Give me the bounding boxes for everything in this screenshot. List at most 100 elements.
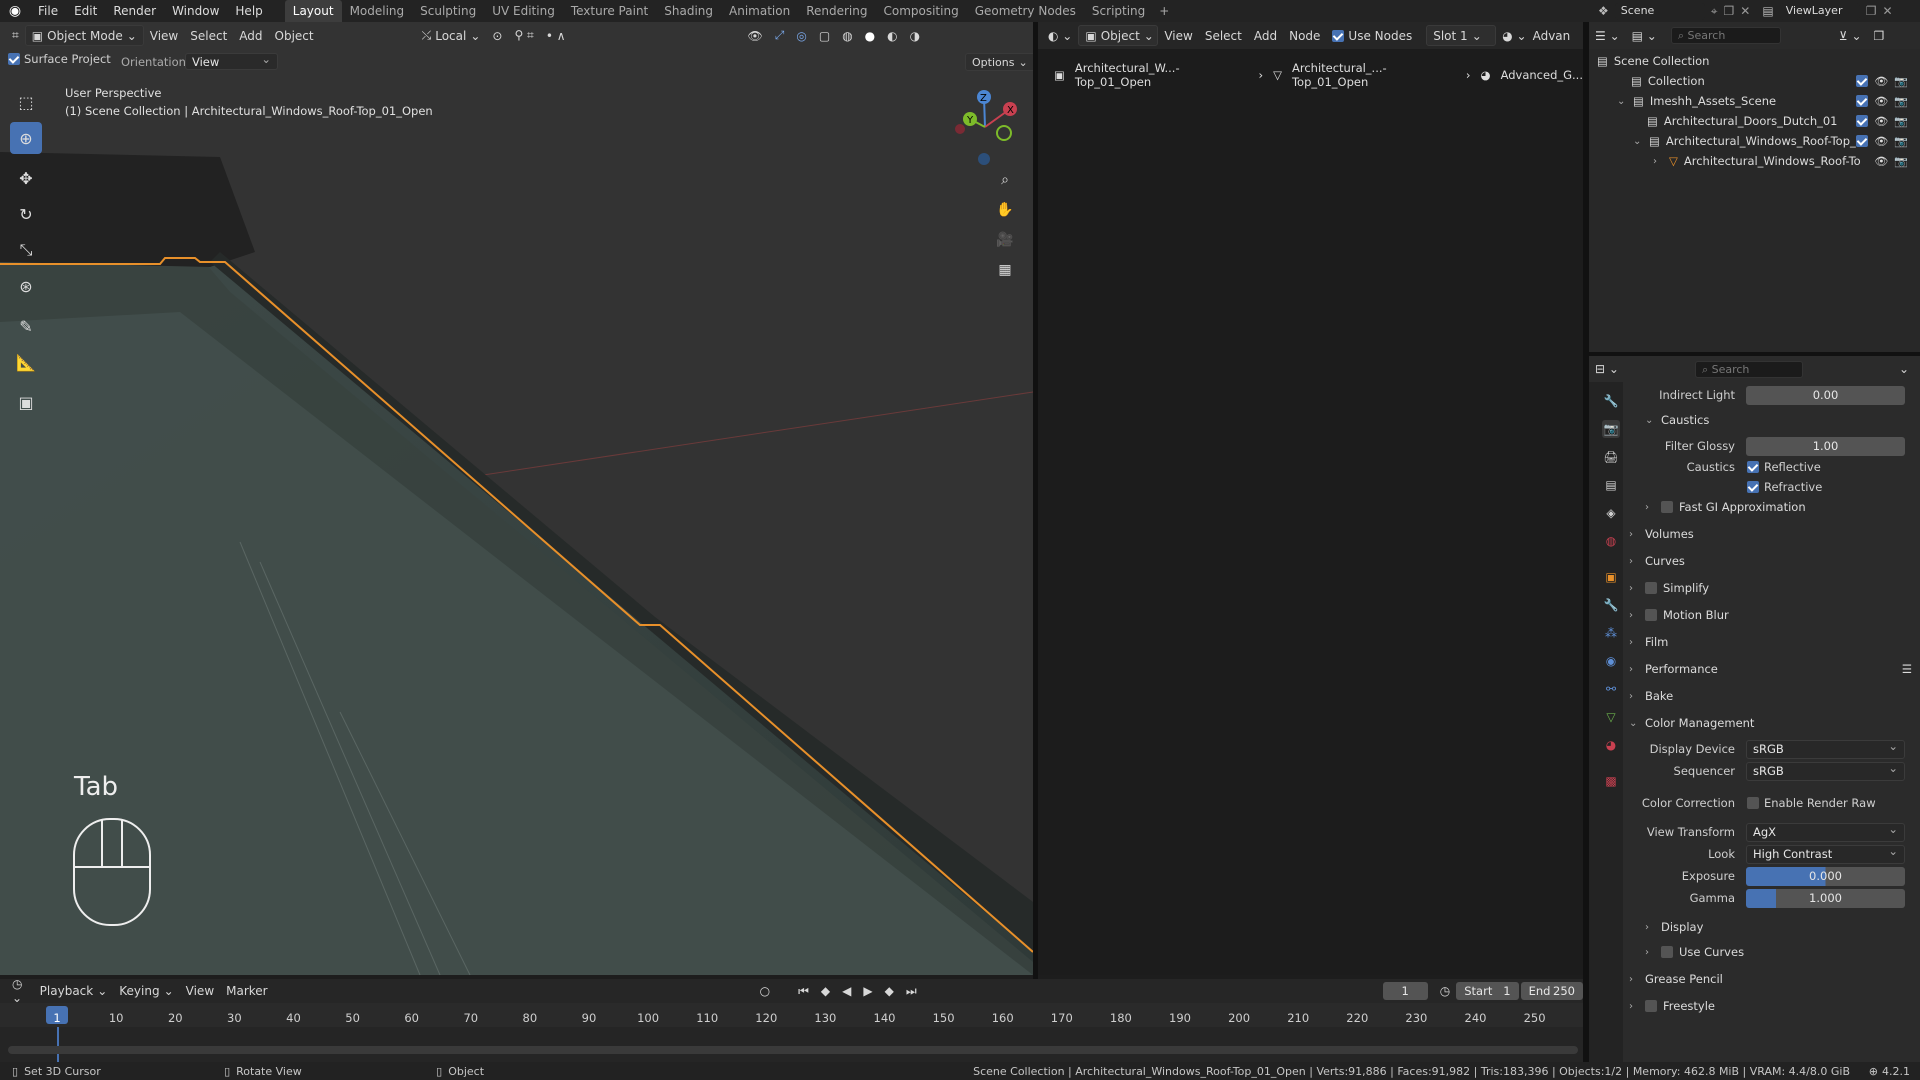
- constraints-tab-icon[interactable]: ⚯: [1602, 680, 1620, 698]
- exclude-checkbox[interactable]: [1856, 114, 1869, 127]
- play-icon[interactable]: ▶: [857, 981, 878, 1002]
- eye-icon[interactable]: 👁: [1874, 135, 1888, 148]
- use-curves-checkbox[interactable]: [1661, 946, 1673, 958]
- tab-shading[interactable]: Shading: [656, 0, 721, 22]
- rotate-tool-icon[interactable]: ↻: [10, 198, 42, 230]
- breadcrumb-object[interactable]: Architectural_W...-Top_01_Open: [1075, 61, 1249, 89]
- tab-layout[interactable]: Layout: [284, 0, 342, 22]
- camera-view-icon[interactable]: 🎥: [993, 228, 1017, 252]
- expand-arrow-icon[interactable]: ⌄: [1617, 96, 1627, 107]
- transform-tool-icon[interactable]: ⊛: [10, 270, 42, 302]
- use-curves-subpanel-header[interactable]: › Use Curves: [1645, 941, 1744, 963]
- motion-blur-panel-header[interactable]: › Motion Blur: [1629, 604, 1729, 626]
- frame-ruler[interactable]: 1 10 20 30 40 50 60 70 80 90 100 110 120 130 140 150 160…: [0, 1003, 1583, 1027]
- clock-icon[interactable]: ◷: [1434, 981, 1456, 1002]
- simplify-checkbox[interactable]: [1645, 582, 1657, 594]
- menu-view[interactable]: View: [180, 981, 220, 1002]
- auto-keying-icon[interactable]: ○: [754, 981, 776, 1002]
- tab-compositing[interactable]: Compositing: [875, 0, 966, 22]
- filter-icon[interactable]: ⊻ ⌄: [1833, 25, 1868, 46]
- scene-name[interactable]: Scene: [1614, 2, 1705, 20]
- surface-project-toggle[interactable]: Surface Project: [8, 52, 111, 66]
- menu-file[interactable]: File: [30, 0, 66, 22]
- pivot-icon[interactable]: ⊙: [486, 25, 508, 46]
- pin-icon[interactable]: ⌖: [1711, 4, 1718, 19]
- timeline-scrollbar[interactable]: [8, 1046, 1578, 1054]
- menu-view[interactable]: View: [1158, 25, 1198, 46]
- properties-editor[interactable]: ⊟ ⌄ ⌕ Search ⌄ 🔧 📷 🖨 ▤ ◈ ◍ ▣ 🔧 ⁂ ◉ ⚯ ▽ ◕…: [1589, 356, 1920, 1064]
- breadcrumb-material[interactable]: Advanced_G...: [1501, 68, 1583, 82]
- menu-marker[interactable]: Marker: [220, 981, 273, 1002]
- camera-icon[interactable]: 📷: [1894, 135, 1908, 148]
- filter-glossy-field[interactable]: 1.00: [1746, 436, 1905, 456]
- add-workspace-icon[interactable]: +: [1153, 0, 1175, 22]
- measure-tool-icon[interactable]: 📐: [10, 346, 42, 378]
- current-frame-field[interactable]: 1: [1382, 982, 1428, 1000]
- indirect-light-field[interactable]: 0.00: [1746, 385, 1905, 405]
- snap-icon[interactable]: ⚲ ⌗: [508, 25, 539, 46]
- new-view-layer-icon[interactable]: ❐: [1866, 4, 1877, 18]
- eye-icon[interactable]: 👁: [1874, 95, 1888, 108]
- view-layer-name[interactable]: ViewLayer: [1779, 2, 1860, 20]
- world-tab-icon[interactable]: ◍: [1602, 532, 1620, 550]
- fast-gi-panel-header[interactable]: › Fast GI Approximation: [1645, 496, 1806, 518]
- gamma-slider[interactable]: 1.000: [1746, 888, 1905, 908]
- blender-logo-icon[interactable]: ◉: [0, 0, 30, 22]
- shading-solid-icon[interactable]: ●: [859, 25, 881, 46]
- cursor-tool-icon[interactable]: ⊕: [10, 122, 42, 154]
- color-management-panel-header[interactable]: ⌄ Color Management: [1629, 712, 1754, 734]
- play-reverse-icon[interactable]: ◀: [836, 981, 857, 1002]
- refractive-checkbox[interactable]: [1747, 481, 1759, 493]
- editor-type-icon[interactable]: ◷ ⌄: [6, 977, 34, 1005]
- use-nodes-toggle[interactable]: Use Nodes: [1326, 25, 1418, 46]
- end-frame-field[interactable]: End 250: [1520, 982, 1583, 1000]
- tab-animation[interactable]: Animation: [721, 0, 798, 22]
- freestyle-panel-header[interactable]: › Freestyle: [1629, 995, 1715, 1017]
- outliner[interactable]: ☰ ⌄ ▤ ⌄ ⌕ Search ⊻ ⌄ ❐ ▤ Scene Collection…: [1589, 22, 1920, 352]
- visibility-icon[interactable]: 👁: [742, 25, 769, 46]
- menu-keying[interactable]: Keying ⌄: [113, 981, 179, 1002]
- refractive-toggle[interactable]: Refractive: [1747, 480, 1822, 494]
- motion-blur-checkbox[interactable]: [1645, 609, 1657, 621]
- slot-selector[interactable]: Slot 1 ⌄: [1426, 25, 1497, 46]
- caustics-panel-header[interactable]: ⌄ Caustics: [1645, 409, 1709, 431]
- list-icon[interactable]: ☰: [1902, 662, 1912, 676]
- breadcrumb-mesh[interactable]: Architectural_...-Top_01_Open: [1292, 61, 1456, 89]
- camera-icon[interactable]: 📷: [1894, 95, 1908, 108]
- orientation-dropdown[interactable]: View: [185, 52, 278, 70]
- xray-icon[interactable]: ▢: [813, 25, 836, 46]
- modifier-tab-icon[interactable]: 🔧: [1602, 596, 1620, 614]
- menu-playback[interactable]: Playback ⌄: [34, 981, 114, 1002]
- 3d-viewport[interactable]: ⌗ ▣ Object Mode ⌄ View Select Add Object…: [0, 22, 1033, 975]
- object-tab-icon[interactable]: ▣: [1602, 568, 1620, 586]
- shading-material-icon[interactable]: ◐: [881, 25, 903, 46]
- reflective-checkbox[interactable]: [1747, 461, 1759, 473]
- menu-help[interactable]: Help: [227, 0, 270, 22]
- zoom-icon[interactable]: ⌕: [993, 168, 1017, 192]
- overlay-icon[interactable]: ◎: [790, 25, 812, 46]
- new-scene-icon[interactable]: ❐: [1724, 4, 1735, 18]
- sequencer-dropdown[interactable]: sRGB: [1746, 761, 1905, 781]
- editor-type-icon[interactable]: ⊟ ⌄: [1589, 359, 1625, 380]
- shading-wireframe-icon[interactable]: ◍: [836, 25, 858, 46]
- exclude-checkbox[interactable]: [1856, 94, 1869, 107]
- display-device-dropdown[interactable]: sRGB: [1746, 739, 1905, 759]
- expand-arrow-icon[interactable]: ⌄: [1633, 136, 1643, 147]
- performance-panel-header[interactable]: › Performance ☰: [1629, 658, 1912, 680]
- shading-rendered-icon[interactable]: ◑: [904, 25, 926, 46]
- shader-editor[interactable]: ◐ ⌄ ▣ Object ⌄ View Select Add Node Use …: [1038, 22, 1583, 975]
- outliner-row-doors[interactable]: ▤ Architectural_Doors_Dutch_01 👁 📷: [1647, 111, 1916, 131]
- camera-icon[interactable]: 📷: [1894, 75, 1908, 88]
- volumes-panel-header[interactable]: › Volumes: [1629, 523, 1694, 545]
- menu-view[interactable]: View: [144, 25, 184, 46]
- grease-pencil-panel-header[interactable]: › Grease Pencil: [1629, 968, 1723, 990]
- proportional-edit-icon[interactable]: • ∧: [540, 25, 572, 46]
- eye-icon[interactable]: 👁: [1874, 75, 1888, 88]
- tab-scripting[interactable]: Scripting: [1084, 0, 1153, 22]
- pan-hand-icon[interactable]: ✋: [993, 198, 1017, 222]
- editor-type-icon[interactable]: ⌗: [6, 25, 25, 46]
- menu-add[interactable]: Add: [1248, 25, 1283, 46]
- simplify-panel-header[interactable]: › Simplify: [1629, 577, 1709, 599]
- curves-panel-header[interactable]: › Curves: [1629, 550, 1685, 572]
- outliner-row-windows-collection[interactable]: ⌄ ▤ Architectural_Windows_Roof-Top_0 👁 📷: [1633, 131, 1916, 151]
